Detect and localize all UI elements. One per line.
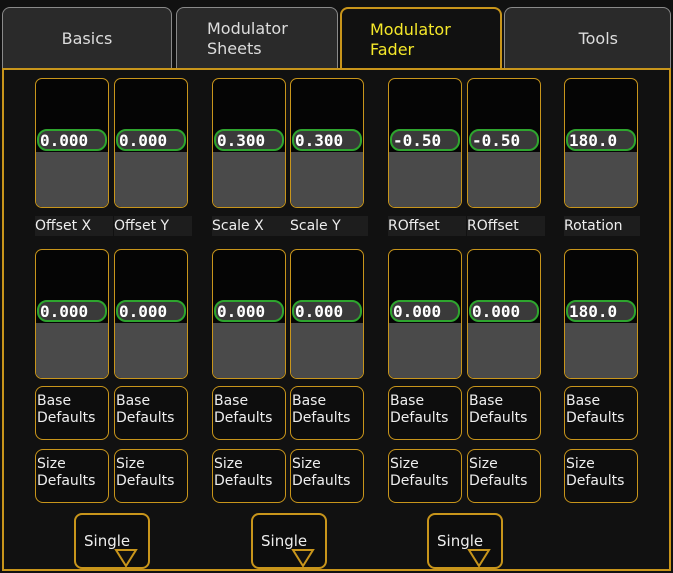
- fader-fill: [36, 152, 108, 207]
- fader-label-offset-y: Offset Y: [114, 216, 192, 236]
- tab-modulator-sheets[interactable]: Modulator Sheets: [176, 7, 338, 69]
- fader-fill: [389, 323, 461, 378]
- mode-single-dropdown[interactable]: Single: [74, 513, 150, 569]
- tab-modulator-fader[interactable]: Modulator Fader: [340, 7, 502, 71]
- fader-fill: [213, 152, 285, 207]
- fader-label-rotation: Rotation: [564, 216, 640, 236]
- fader-scale-y-2[interactable]: 0.000: [290, 249, 364, 379]
- fader-fill: [565, 323, 637, 378]
- fader-fill: [389, 152, 461, 207]
- fader-value: 0.000: [116, 129, 186, 151]
- fader-value: 0.000: [390, 300, 460, 322]
- fader-scale-x-2[interactable]: 0.000: [212, 249, 286, 379]
- fader-label-scale-y: Scale Y: [290, 216, 368, 236]
- triangle-down-icon: [114, 549, 138, 567]
- base-defaults-button[interactable]: Base Defaults: [35, 386, 109, 440]
- fader-label-offset-x: Offset X: [35, 216, 113, 236]
- fader-scale-x[interactable]: 0.300: [212, 78, 286, 208]
- tab-basics-label: Basics: [61, 28, 113, 48]
- size-defaults-button[interactable]: Size Defaults: [467, 449, 541, 503]
- triangle-down-icon: [291, 549, 315, 567]
- fader-offset-x[interactable]: 0.000: [35, 78, 109, 208]
- size-defaults-button[interactable]: Size Defaults: [564, 449, 638, 503]
- fader-label-scale-x: Scale X: [212, 216, 290, 236]
- tab-basics[interactable]: Basics: [2, 7, 172, 69]
- base-defaults-button[interactable]: Base Defaults: [564, 386, 638, 440]
- mode-single-dropdown[interactable]: Single: [427, 513, 503, 569]
- fader-fill: [565, 152, 637, 207]
- fader-value: -0.50: [390, 129, 460, 151]
- fader-value: 0.000: [469, 300, 539, 322]
- fader-roffset-2-2[interactable]: 0.000: [467, 249, 541, 379]
- fader-roffset-1[interactable]: -0.50: [388, 78, 462, 208]
- fader-value: 0.300: [292, 129, 362, 151]
- fader-rotation[interactable]: 180.0: [564, 78, 638, 208]
- tab-tools[interactable]: Tools: [504, 7, 671, 69]
- fader-value: 0.000: [116, 300, 186, 322]
- fader-value: 0.300: [214, 129, 284, 151]
- fader-value: 180.0: [566, 129, 636, 151]
- fader-fill: [291, 152, 363, 207]
- fader-roffset-2[interactable]: -0.50: [467, 78, 541, 208]
- size-defaults-button[interactable]: Size Defaults: [35, 449, 109, 503]
- base-defaults-button[interactable]: Base Defaults: [114, 386, 188, 440]
- fader-value: 0.000: [292, 300, 362, 322]
- fader-label-roffset-2: ROffset: [467, 216, 545, 236]
- fader-value: 180.0: [566, 300, 636, 322]
- fader-fill: [468, 323, 540, 378]
- base-defaults-button[interactable]: Base Defaults: [212, 386, 286, 440]
- mode-single-dropdown[interactable]: Single: [251, 513, 327, 569]
- base-defaults-button[interactable]: Base Defaults: [290, 386, 364, 440]
- single-label: Single: [84, 532, 131, 550]
- fader-fill: [213, 323, 285, 378]
- base-defaults-button[interactable]: Base Defaults: [467, 386, 541, 440]
- fader-scale-y[interactable]: 0.300: [290, 78, 364, 208]
- fader-rotation-2[interactable]: 180.0: [564, 249, 638, 379]
- fader-fill: [115, 152, 187, 207]
- fader-roffset-1-2[interactable]: 0.000: [388, 249, 462, 379]
- tab-modulator-sheets-label: Modulator Sheets: [207, 18, 288, 58]
- fader-offset-x-2[interactable]: 0.000: [35, 249, 109, 379]
- single-label: Single: [437, 532, 484, 550]
- triangle-down-icon: [467, 549, 491, 567]
- tab-tools-label: Tools: [578, 28, 618, 48]
- fader-label-roffset-1: ROffset: [388, 216, 466, 236]
- fader-offset-y-2[interactable]: 0.000: [114, 249, 188, 379]
- size-defaults-button[interactable]: Size Defaults: [290, 449, 364, 503]
- fader-fill: [115, 323, 187, 378]
- size-defaults-button[interactable]: Size Defaults: [212, 449, 286, 503]
- single-label: Single: [261, 532, 308, 550]
- size-defaults-button[interactable]: Size Defaults: [388, 449, 462, 503]
- base-defaults-button[interactable]: Base Defaults: [388, 386, 462, 440]
- fader-fill: [36, 323, 108, 378]
- fader-value: -0.50: [469, 129, 539, 151]
- fader-fill: [291, 323, 363, 378]
- size-defaults-button[interactable]: Size Defaults: [114, 449, 188, 503]
- fader-offset-y[interactable]: 0.000: [114, 78, 188, 208]
- fader-value: 0.000: [214, 300, 284, 322]
- fader-value: 0.000: [37, 300, 107, 322]
- tab-modulator-fader-label: Modulator Fader: [370, 20, 451, 59]
- fader-fill: [468, 152, 540, 207]
- tab-bar: Basics Modulator Sheets Modulator Fader …: [2, 7, 671, 71]
- fader-value: 0.000: [37, 129, 107, 151]
